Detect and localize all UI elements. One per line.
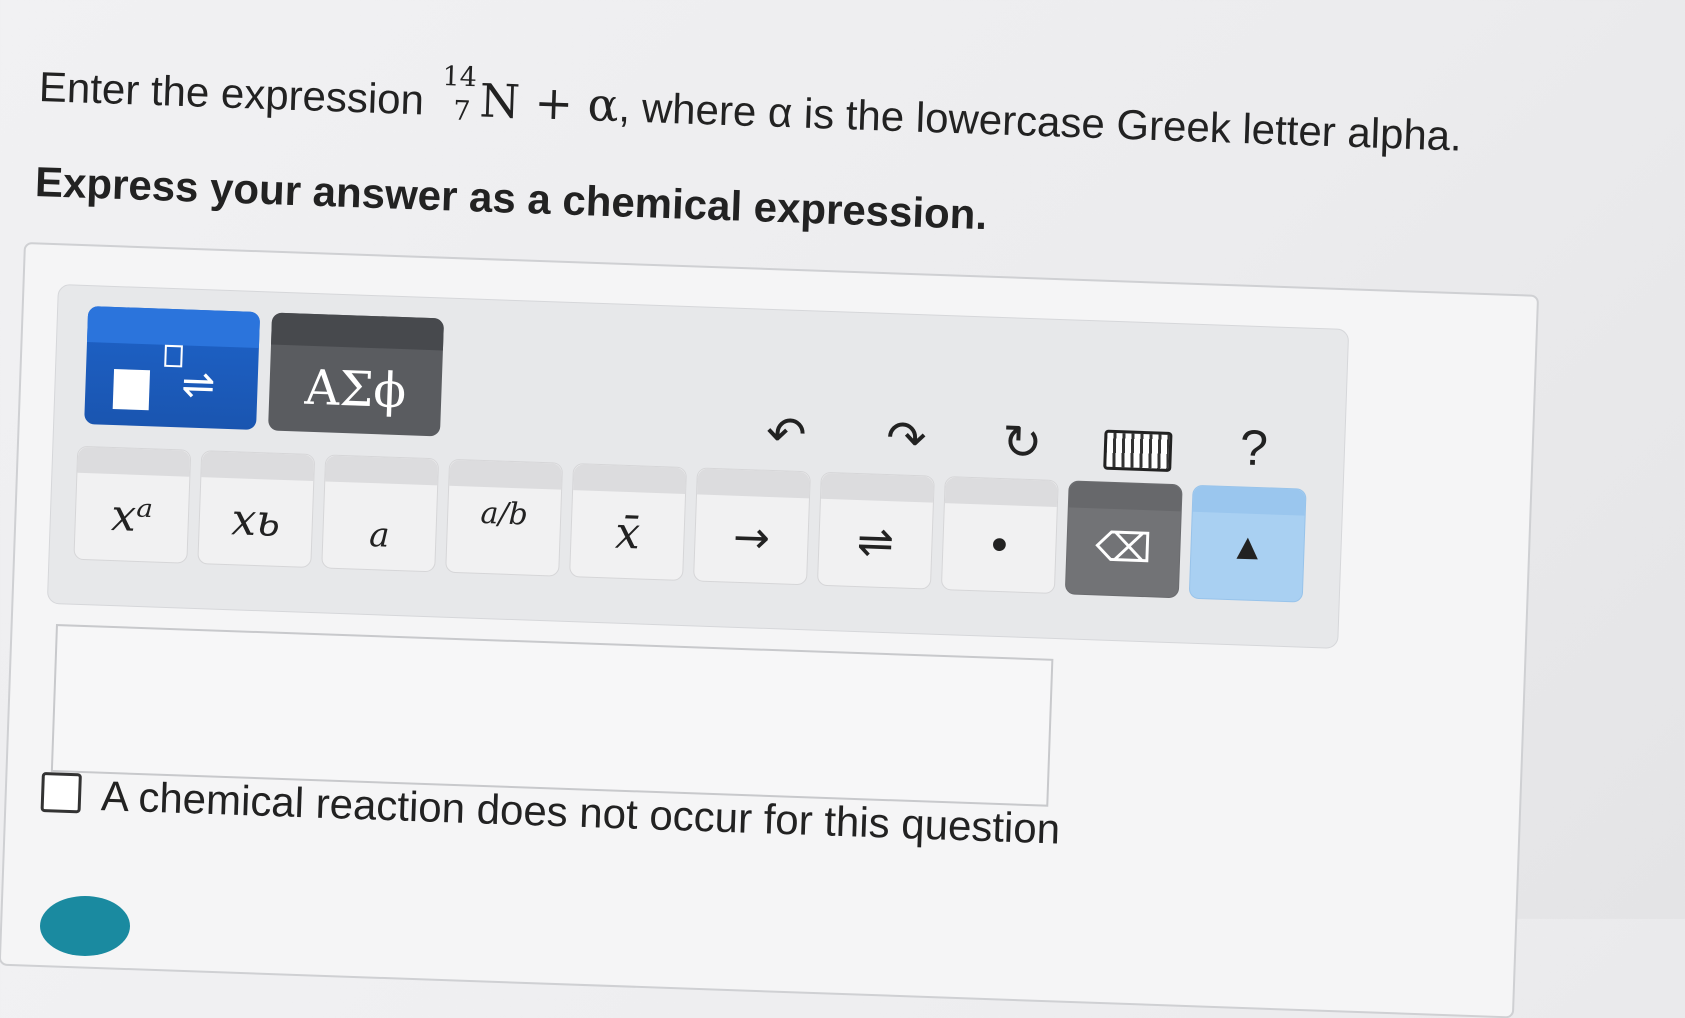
subscript-key-label: xь: [230, 494, 282, 547]
script-key-label: a: [368, 515, 391, 556]
fraction-key[interactable]: a/b: [445, 458, 564, 577]
help-button[interactable]: ?: [1239, 418, 1269, 477]
dot-key[interactable]: •: [940, 476, 1059, 594]
superscript-key[interactable]: xᵃ: [73, 445, 192, 564]
keyboard-toggle-key[interactable]: ▲: [1188, 484, 1307, 603]
dot-key-label: •: [985, 520, 1014, 573]
equilibrium-arrow-key-label: ⇌: [856, 516, 895, 569]
submit-button-edge[interactable]: [40, 896, 130, 956]
superscript-key-label: xᵃ: [110, 490, 154, 543]
question-text-after: , where α is the lowercase Greek letter …: [617, 83, 1463, 160]
fraction-key-label: a/b: [480, 495, 529, 533]
keyboard-icon[interactable]: [1103, 429, 1173, 472]
reaction-arrow-key-label: →: [732, 511, 771, 564]
question-line-1: Enter the expression 14 7 N + α, where α i…: [38, 58, 1463, 162]
greek-letters-tab[interactable]: ΑΣϕ: [268, 312, 445, 437]
backspace-icon: ⌫: [1094, 524, 1153, 573]
atomic-number: 7: [452, 95, 472, 128]
undo-icon[interactable]: ↶: [765, 406, 807, 463]
script-key[interactable]: a: [321, 454, 440, 573]
mass-number: 14: [441, 61, 478, 94]
element-symbol: N: [478, 73, 521, 129]
equilibrium-arrow-key[interactable]: ⇌: [816, 471, 935, 590]
reaction-arrow-key[interactable]: →: [693, 467, 811, 586]
greek-tab-label: ΑΣϕ: [303, 359, 408, 420]
question-text-before: Enter the expression: [38, 62, 437, 124]
plus-alpha: + α: [518, 74, 620, 133]
overbar-key-label: x̄: [614, 507, 641, 560]
overbar-key[interactable]: x̄: [569, 463, 687, 581]
template-small-box-icon: [164, 344, 183, 368]
templates-tab[interactable]: ⇌: [84, 306, 261, 430]
equilibrium-icon: ⇌: [180, 362, 216, 408]
no-reaction-checkbox[interactable]: [40, 771, 82, 814]
math-toolbar: ⇌ ΑΣϕ ↶ ↷ ↻ ? xᵃ xь a a/b x̄ → ⇌ • ⌫ ▲: [46, 284, 1350, 649]
template-box-icon: [112, 369, 151, 411]
question-line-2: Express your answer as a chemical expres…: [34, 158, 988, 239]
backspace-key[interactable]: ⌫: [1064, 480, 1183, 599]
redo-icon[interactable]: ↷: [885, 410, 927, 467]
reset-icon[interactable]: ↻: [1001, 414, 1043, 471]
subscript-key[interactable]: xь: [197, 450, 316, 569]
nitrogen-nuclide: 14 7: [435, 61, 480, 127]
keyboard-toggle-icon: ▲: [1236, 529, 1259, 564]
